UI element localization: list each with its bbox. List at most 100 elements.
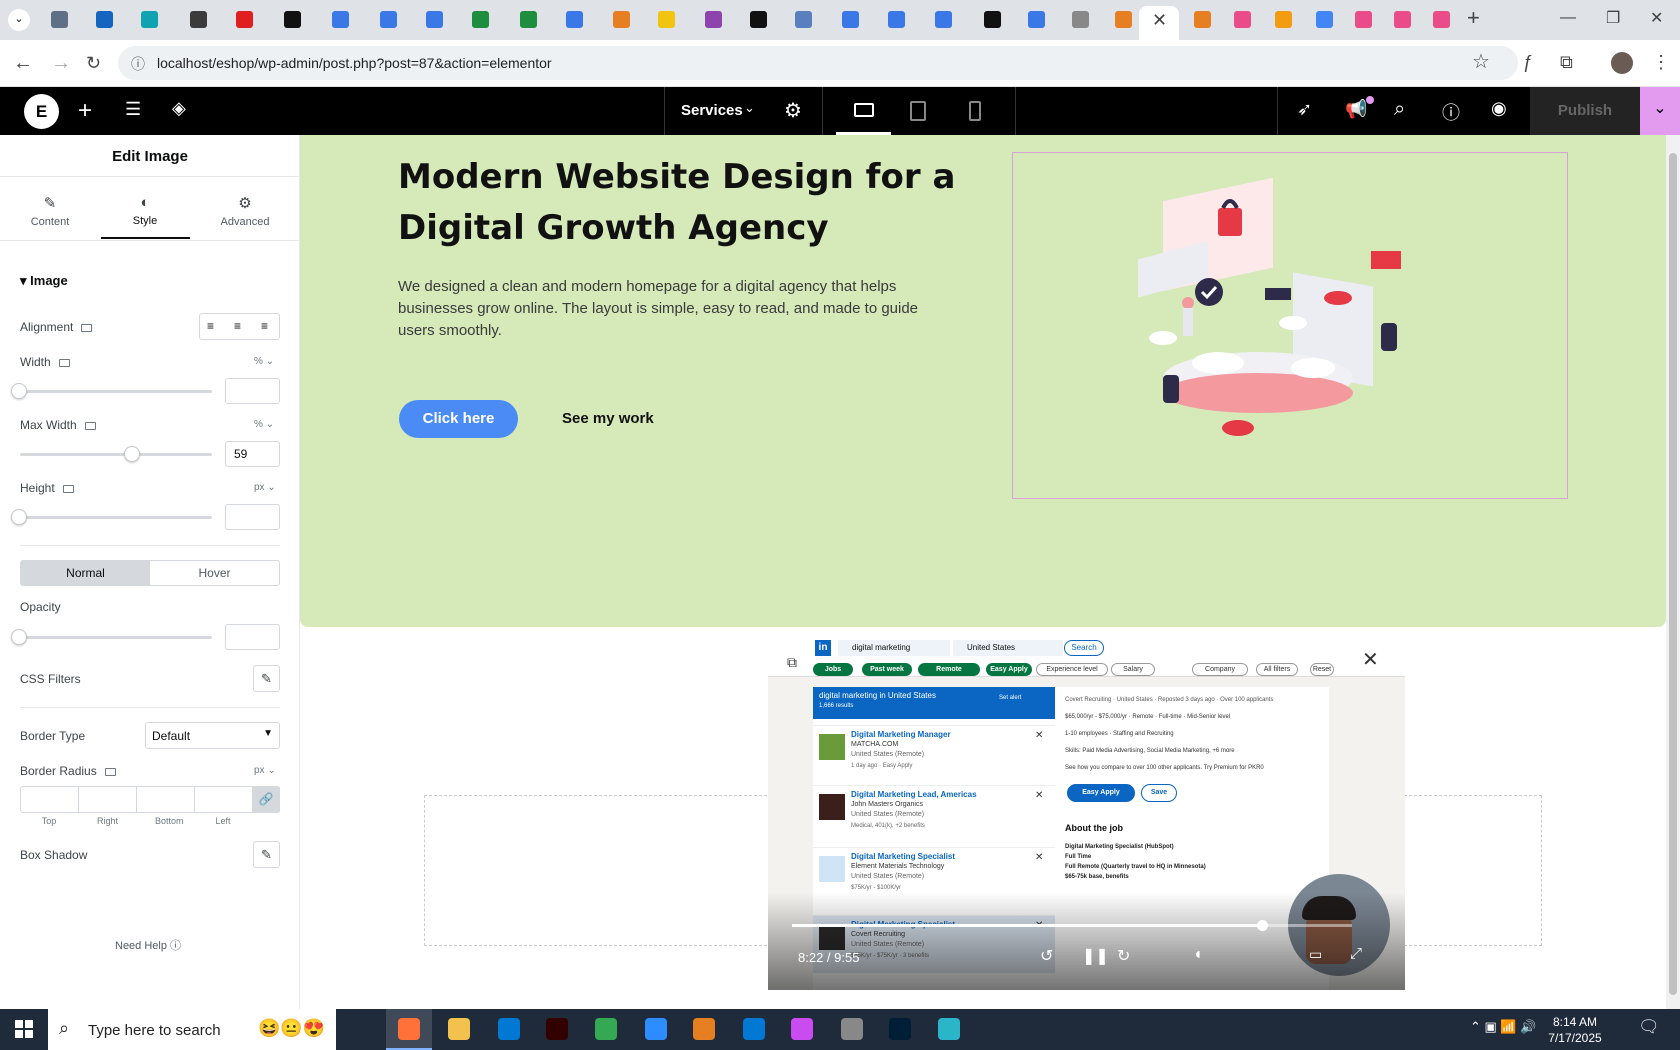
job-title[interactable]: Digital Marketing Lead, Americas (851, 790, 977, 799)
tab-favicon-icon[interactable] (1433, 11, 1450, 28)
align-right-icon[interactable]: ≡ (261, 319, 268, 333)
tab-favicon-icon[interactable] (96, 11, 113, 28)
tab-normal[interactable]: Normal (21, 561, 150, 585)
width-input[interactable] (225, 378, 280, 404)
app-icon[interactable] (938, 1018, 960, 1040)
extension-f-icon[interactable]: ƒ (1523, 52, 1533, 72)
publish-options-chevron-icon[interactable]: ⌄ (1640, 87, 1680, 135)
elementor-logo-icon[interactable]: E (24, 94, 59, 129)
filter-pill[interactable]: All filters (1256, 663, 1298, 676)
filter-pill[interactable]: Past week (862, 663, 912, 676)
height-unit-select[interactable]: px ⌄ (254, 482, 276, 493)
reload-icon[interactable]: ↻ (86, 53, 101, 73)
tab-favicon-icon[interactable] (935, 11, 952, 28)
tab-favicon-icon[interactable] (1115, 11, 1132, 28)
filter-pill[interactable]: Reset (1310, 663, 1334, 676)
tablet-view-icon[interactable] (910, 101, 926, 121)
tab-favicon-icon[interactable] (236, 11, 253, 28)
dismiss-job-icon[interactable]: ✕ (1035, 790, 1043, 801)
save-job-button[interactable]: Save (1141, 784, 1177, 802)
chrome-icon[interactable] (595, 1018, 617, 1040)
width-slider-track[interactable] (20, 390, 212, 393)
opacity-slider-handle[interactable] (11, 629, 27, 645)
tab-favicon-icon[interactable] (658, 11, 675, 28)
click-here-button[interactable]: Click here (399, 400, 518, 438)
tab-content[interactable]: ✎ Content (5, 194, 95, 228)
tab-favicon-icon[interactable] (380, 11, 397, 28)
browser-menu-icon[interactable]: ⋮ (1652, 52, 1670, 72)
pip-close-icon[interactable]: ✕ (1362, 647, 1379, 672)
align-center-icon[interactable]: ≡ (234, 319, 241, 333)
back-icon[interactable]: ← (13, 53, 33, 73)
mobile-view-icon[interactable] (969, 101, 981, 121)
tab-favicon-icon[interactable] (1028, 11, 1045, 28)
tab-favicon-icon[interactable] (1355, 11, 1372, 28)
filter-pill[interactable]: Easy Apply (986, 663, 1032, 676)
desktop-view-button[interactable] (836, 97, 891, 135)
illustrator-icon[interactable] (546, 1018, 568, 1040)
site-settings-icon[interactable]: ☰ (125, 99, 141, 120)
tab-favicon-icon[interactable] (1316, 11, 1333, 28)
pen-tool-icon[interactable] (841, 1018, 863, 1040)
job-title[interactable]: Digital Marketing Manager (851, 730, 951, 739)
easy-apply-button[interactable]: Easy Apply (1067, 784, 1135, 802)
forward-icon[interactable]: → (51, 53, 71, 73)
dismiss-job-icon[interactable]: ✕ (1035, 730, 1043, 741)
height-slider-track[interactable] (20, 516, 212, 519)
opacity-slider-track[interactable] (20, 636, 212, 639)
tab-favicon-icon[interactable] (190, 11, 207, 28)
tab-favicon-icon[interactable] (1234, 11, 1251, 28)
add-element-icon[interactable]: + (78, 97, 92, 125)
notification-center-icon[interactable]: 🗨 (1638, 1017, 1660, 1037)
height-slider-handle[interactable] (11, 509, 27, 525)
rocket-icon[interactable]: ➶ (1297, 99, 1312, 120)
minimize-icon[interactable]: — (1560, 8, 1576, 28)
align-left-icon[interactable]: ≡ (207, 319, 214, 333)
tab-favicon-icon[interactable] (426, 11, 443, 28)
pip-video-window[interactable]: in digital marketing United States Searc… (768, 632, 1405, 990)
preview-eye-icon[interactable]: ◉ (1491, 98, 1507, 119)
photoshop-icon[interactable] (889, 1018, 911, 1040)
job-search-input[interactable]: digital marketing (838, 640, 950, 656)
dismiss-job-icon[interactable]: ✕ (1035, 852, 1043, 863)
video-progress-track[interactable] (792, 920, 1352, 931)
job-list-item[interactable]: Digital Marketing Lead, Americas John Mas… (813, 785, 1055, 843)
filter-pill[interactable]: Salary (1111, 663, 1155, 676)
windows-start-icon[interactable] (15, 1020, 33, 1038)
file-explorer-icon[interactable] (448, 1018, 470, 1040)
tab-favicon-icon[interactable] (472, 11, 489, 28)
tab-style[interactable]: ◐ Style (100, 194, 190, 227)
tab-favicon-icon[interactable] (795, 11, 812, 28)
see-my-work-link[interactable]: See my work (562, 410, 654, 427)
pause-icon[interactable]: ❚❚ (1082, 946, 1109, 966)
css-filters-edit-icon[interactable]: ✎ (253, 665, 280, 692)
tab-favicon-icon[interactable] (1394, 11, 1411, 28)
location-input[interactable]: United States (953, 640, 1063, 656)
tab-favicon-icon[interactable] (1072, 11, 1089, 28)
tab-favicon-icon[interactable] (51, 11, 68, 28)
tab-favicon-icon[interactable] (750, 11, 767, 28)
profile-avatar[interactable] (1611, 52, 1633, 74)
chevron-down-icon[interactable]: ⌄ (744, 100, 755, 116)
need-help-link[interactable]: Need Help ⓘ (115, 937, 181, 953)
job-search-button[interactable]: Search (1064, 640, 1104, 656)
tab-favicon-icon[interactable] (284, 11, 301, 28)
restore-icon[interactable]: ❐ (1606, 9, 1620, 29)
border-type-select[interactable]: Default ▼ (145, 722, 280, 749)
page-settings-gear-icon[interactable]: ⚙ (784, 98, 802, 123)
page-name[interactable]: Services (681, 102, 743, 119)
max-width-slider-track[interactable] (20, 453, 212, 456)
section-image-toggle[interactable]: ▾ Image (20, 273, 68, 289)
max-width-unit-select[interactable]: % ⌄ (254, 419, 274, 430)
tab-favicon-icon[interactable] (566, 11, 583, 28)
volume-icon[interactable]: ◖ (1193, 946, 1203, 964)
zoom-icon[interactable] (645, 1018, 667, 1040)
tab-advanced[interactable]: ⚙ Advanced (200, 194, 290, 228)
filter-pill[interactable]: Jobs (813, 663, 853, 676)
box-shadow-edit-icon[interactable]: ✎ (253, 841, 280, 868)
rewind-icon[interactable]: ↺ (1040, 946, 1053, 966)
tab-favicon-icon[interactable] (1275, 11, 1292, 28)
firefox-icon[interactable] (398, 1018, 420, 1040)
bookmark-star-icon[interactable]: ☆ (1472, 52, 1490, 72)
canvas-scrollbar[interactable] (1666, 135, 1680, 1009)
